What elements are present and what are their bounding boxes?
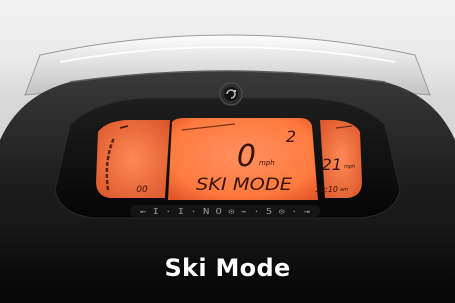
center-display: 2 0 mph SKI MODE	[168, 118, 318, 200]
gear-number: 2	[286, 127, 296, 146]
right-gauge-panel: 21 mph 10:10 am	[315, 120, 362, 198]
brp-logo-icon	[219, 82, 243, 106]
speed-readout: 0	[237, 139, 256, 174]
clock-readout: 10:10	[315, 185, 338, 194]
right-value: 21	[322, 155, 342, 174]
left-value: 00	[136, 185, 148, 195]
speed-unit: mph	[259, 159, 275, 167]
mode-text: SKI MODE	[196, 175, 292, 195]
clock-suffix: am	[340, 187, 348, 193]
caption-label: Ski Mode	[164, 254, 291, 282]
left-gauge-panel: 00	[96, 120, 170, 198]
ski-mode-screenshot: 00 2 0 mph SKI MODE 21 mph 10:10 am ⇤ I …	[0, 0, 455, 303]
right-unit: mph	[344, 164, 355, 170]
gear-indicator-icon: ⇤ I · I · N O ⊙ ⌁ · 5 ⊙ · ⇥	[140, 207, 311, 216]
